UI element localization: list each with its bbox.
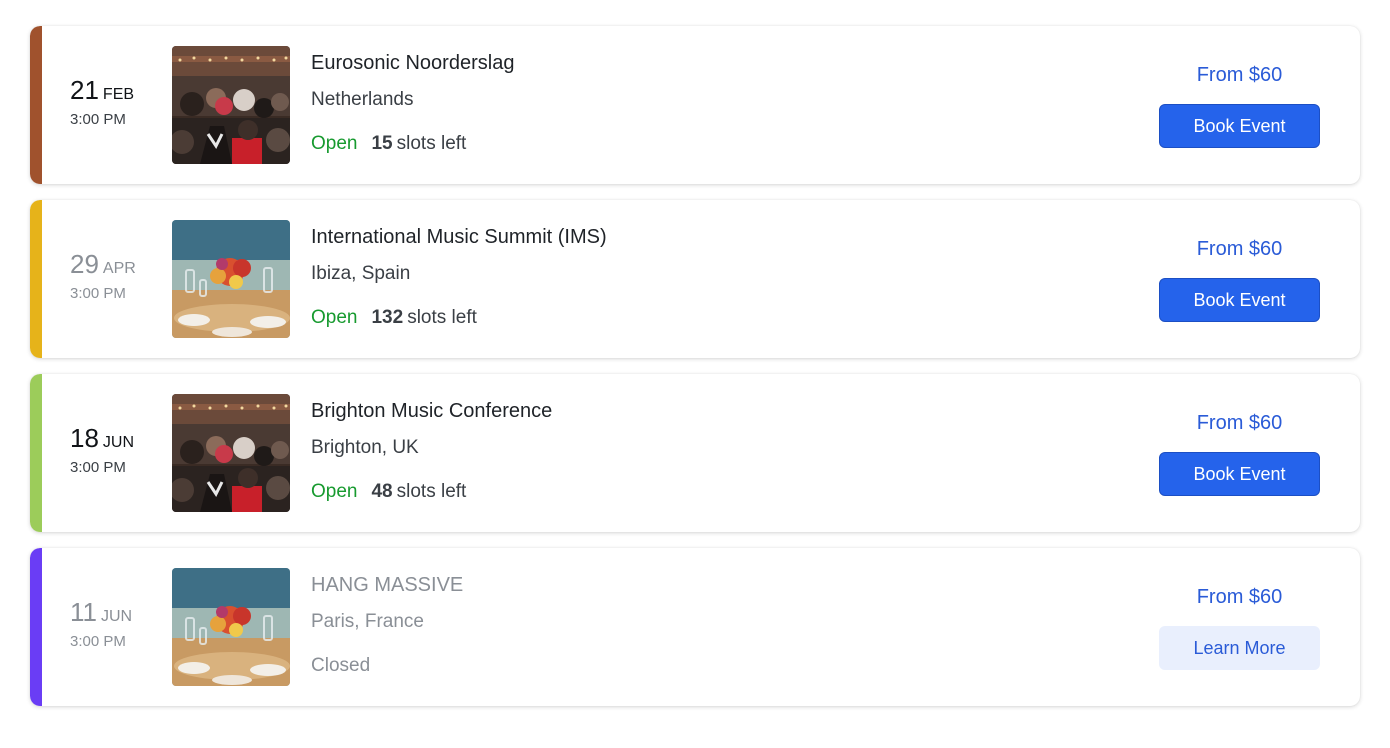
status-badge: Open	[311, 307, 358, 328]
event-date: 21 FEB 3:00 PM	[70, 76, 180, 128]
event-title: Brighton Music Conference	[311, 400, 553, 422]
event-list: 21 FEB 3:00 PM Eurosonic Noorderslag Net…	[30, 26, 1360, 722]
event-price: From $60	[1196, 64, 1283, 86]
event-card: 21 FEB 3:00 PM Eurosonic Noorderslag Net…	[30, 26, 1360, 184]
slots-count: 132	[371, 307, 404, 328]
event-date: 11 JUN 3:00 PM	[70, 598, 180, 650]
event-price: From $60	[1196, 412, 1283, 434]
event-time: 3:00 PM	[70, 111, 126, 128]
event-info: International Music Summit (IMS) Ibiza, …	[311, 224, 1011, 330]
slots-count: 15	[371, 133, 393, 154]
event-day: 21	[70, 75, 99, 105]
event-pricing: From $60 Learn More	[1159, 584, 1320, 670]
book-event-button[interactable]: Book Event	[1159, 278, 1320, 322]
event-info: Brighton Music Conference Brighton, UK O…	[311, 398, 1011, 504]
event-pricing: From $60 Book Event	[1159, 410, 1320, 496]
event-card: 18 JUN 3:00 PM Brighton Music Conference…	[30, 374, 1360, 532]
dinner-table-flowers-image	[172, 568, 290, 686]
slots-count: 48	[371, 481, 393, 502]
event-location: Brighton, UK	[311, 437, 419, 458]
event-day: 11	[70, 597, 97, 627]
event-accent-bar	[30, 548, 42, 706]
event-status-row: Open 48 slots left	[311, 480, 1011, 504]
event-time: 3:00 PM	[70, 459, 126, 476]
event-month: JUN	[102, 434, 135, 451]
event-accent-bar	[30, 200, 42, 358]
event-date: 18 JUN 3:00 PM	[70, 424, 180, 476]
event-card: 11 JUN 3:00 PM HANG MASSIVE Paris, Franc…	[30, 548, 1360, 706]
concert-crowd-image	[172, 394, 290, 512]
event-price: From $60	[1196, 238, 1283, 260]
status-badge: Open	[311, 481, 358, 502]
learn-more-button[interactable]: Learn More	[1159, 626, 1320, 670]
slots-label: slots left	[407, 307, 477, 328]
event-month: JUN	[101, 608, 133, 625]
event-date: 29 APR 3:00 PM	[70, 250, 180, 302]
event-day: 29	[70, 249, 99, 279]
event-title: Eurosonic Noorderslag	[311, 52, 515, 74]
event-pricing: From $60 Book Event	[1159, 62, 1320, 148]
book-event-button[interactable]: Book Event	[1159, 452, 1320, 496]
event-month: FEB	[102, 86, 135, 103]
event-price: From $60	[1196, 586, 1283, 608]
event-location: Netherlands	[311, 89, 414, 110]
event-title: International Music Summit (IMS)	[311, 226, 607, 248]
slots-label: slots left	[396, 481, 467, 502]
event-location: Paris, France	[311, 611, 424, 632]
event-time: 3:00 PM	[70, 285, 126, 302]
book-event-button[interactable]: Book Event	[1159, 104, 1320, 148]
event-info: HANG MASSIVE Paris, France Closed	[311, 572, 1011, 678]
event-time: 3:00 PM	[70, 633, 126, 650]
event-pricing: From $60 Book Event	[1159, 236, 1320, 322]
event-card: 29 APR 3:00 PM International Music Summi…	[30, 200, 1360, 358]
dinner-table-flowers-image	[172, 220, 290, 338]
event-info: Eurosonic Noorderslag Netherlands Open 15…	[311, 50, 1011, 156]
event-day: 18	[70, 423, 99, 453]
status-badge: Closed	[311, 655, 371, 676]
slots-label: slots left	[396, 133, 467, 154]
event-status-row: Open 15 slots left	[311, 132, 1011, 156]
event-status-row: Closed	[311, 654, 1011, 678]
concert-crowd-image	[172, 46, 290, 164]
status-badge: Open	[311, 133, 358, 154]
event-month: APR	[102, 260, 136, 277]
events-page: 21 FEB 3:00 PM Eurosonic Noorderslag Net…	[0, 0, 1390, 748]
event-status-row: Open 132 slots left	[311, 306, 1011, 330]
event-accent-bar	[30, 374, 42, 532]
event-title: HANG MASSIVE	[311, 574, 464, 596]
event-location: Ibiza, Spain	[311, 263, 411, 284]
event-accent-bar	[30, 26, 42, 184]
